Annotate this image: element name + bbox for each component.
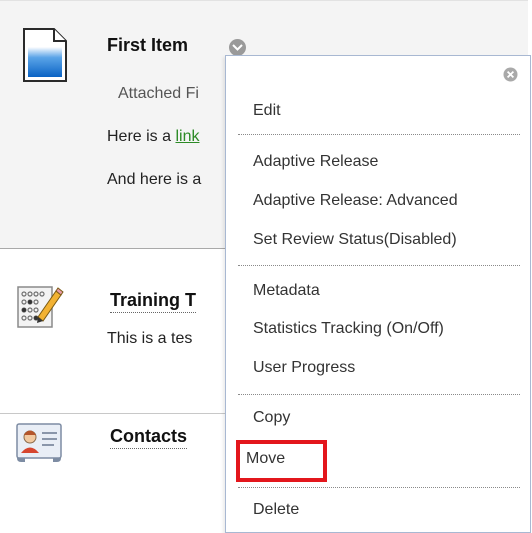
- menu-separator: [238, 394, 520, 395]
- description-link[interactable]: link: [175, 128, 199, 145]
- menu-separator: [238, 134, 520, 135]
- menu-item-metadata[interactable]: Metadata: [226, 274, 530, 308]
- item-description-line-2: And here is a: [107, 171, 202, 188]
- item-description: This is a tes: [107, 330, 193, 347]
- menu-item-copy[interactable]: Copy: [226, 401, 530, 435]
- move-highlight-box: [236, 440, 327, 482]
- item-description-line: Here is a link: [107, 128, 199, 146]
- item-title[interactable]: First Item: [107, 35, 188, 56]
- chevron-down-icon: [232, 44, 243, 51]
- test-pencil-icon: [17, 286, 64, 328]
- document-icon: [23, 28, 67, 82]
- item-title[interactable]: Training T: [110, 290, 197, 313]
- menu-item-edit[interactable]: Edit: [226, 94, 530, 128]
- description-text: Here is a: [107, 128, 176, 145]
- menu-item-statistics-tracking[interactable]: Statistics Tracking (On/Off): [226, 312, 530, 346]
- menu-item-delete[interactable]: Delete: [226, 493, 530, 527]
- contact-card-icon: [16, 423, 62, 462]
- menu-separator: [238, 265, 520, 266]
- item-title[interactable]: Contacts: [110, 426, 188, 449]
- attached-files-label: Attached Fi: [118, 85, 199, 102]
- menu-item-adaptive-release[interactable]: Adaptive Release: [226, 145, 530, 179]
- menu-separator: [238, 487, 520, 488]
- close-circle-icon[interactable]: [503, 67, 518, 82]
- menu-item-adaptive-release-advanced[interactable]: Adaptive Release: Advanced: [226, 184, 530, 218]
- menu-item-set-review-status[interactable]: Set Review Status(Disabled): [226, 223, 530, 257]
- item-options-button[interactable]: [229, 39, 246, 56]
- menu-item-user-progress[interactable]: User Progress: [226, 351, 530, 385]
